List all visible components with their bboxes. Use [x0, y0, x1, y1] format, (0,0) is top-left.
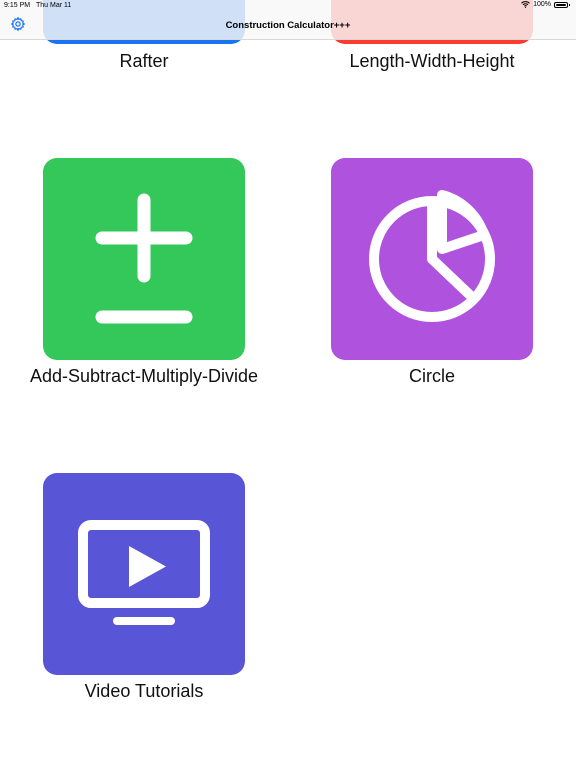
add-subtract-multiply-divide-label: Add-Subtract-Multiply-Divide [29, 366, 259, 386]
app-screen: 9:15 PM Thu Mar 11 100% Construction Cal… [0, 0, 576, 768]
circle-tile[interactable] [331, 158, 533, 360]
video-tutorials-tile[interactable] [43, 473, 245, 675]
status-time: 9:15 PM [4, 2, 31, 9]
status-bar: 9:15 PM Thu Mar 11 100% [0, 0, 576, 12]
battery-percent: 100% [533, 1, 551, 8]
add-subtract-multiply-divide-tile[interactable] [43, 158, 245, 360]
pie-chart-icon [369, 190, 495, 322]
length-width-height-label: Length-Width-Height [349, 51, 515, 71]
video-play-icon [78, 520, 210, 625]
status-indicators: 100% [521, 1, 570, 8]
status-date: Thu Mar 11 [36, 2, 72, 9]
video-tutorials-label: Video Tutorials [84, 681, 204, 701]
circle-label: Circle [408, 366, 455, 386]
plus-minus-icon [95, 193, 193, 324]
battery-icon [554, 1, 570, 8]
page-title: Construction Calculator+++ [225, 20, 351, 31]
wifi-icon [521, 1, 530, 8]
rafter-label: Rafter [119, 51, 169, 71]
